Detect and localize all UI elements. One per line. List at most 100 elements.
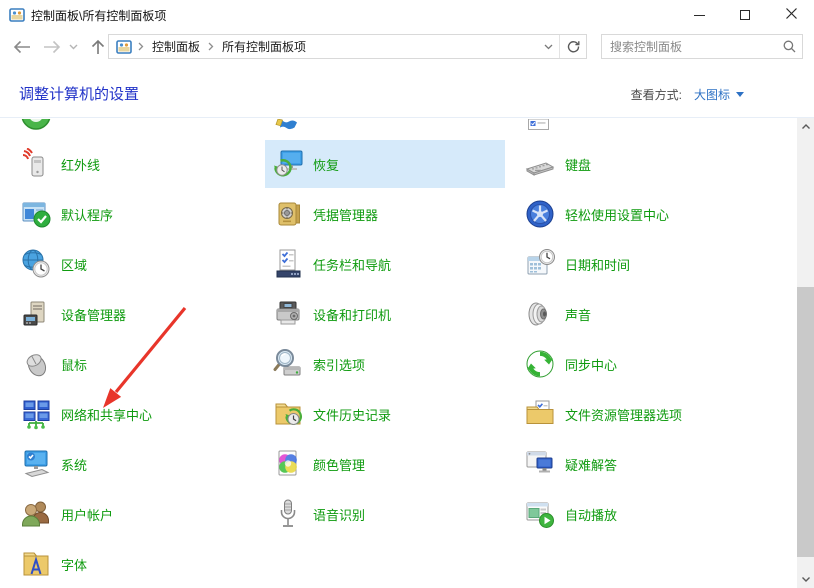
item-label: 任务栏和导航 [313, 255, 391, 274]
taskbar-navigation-icon [272, 248, 304, 280]
file-history-icon [272, 398, 304, 430]
item-label: 键盘 [565, 155, 591, 174]
infrared-icon [20, 148, 52, 180]
indexing-options-icon [272, 348, 304, 380]
header-band: 调整计算机的设置 查看方式: 大图标 [0, 63, 814, 118]
fonts-icon [20, 548, 52, 580]
search-input[interactable] [602, 40, 776, 54]
user-accounts-icon [20, 498, 52, 530]
control-panel-window: 控制面板\所有控制面板项 控制面板 [0, 0, 814, 588]
item-device-manager[interactable]: 设备管理器 [13, 290, 253, 338]
item-label: 索引选项 [313, 355, 365, 374]
maximize-button[interactable] [722, 0, 768, 30]
partial-green-circle-icon[interactable] [20, 119, 52, 132]
item-explorer-options[interactable]: 文件资源管理器选项 [517, 390, 757, 438]
chevron-right-icon [138, 42, 144, 51]
item-fonts[interactable]: 字体 [13, 540, 253, 588]
item-label: 语音识别 [313, 505, 365, 524]
partial-flag-icon[interactable] [272, 119, 304, 132]
item-indexing-options[interactable]: 索引选项 [265, 340, 505, 388]
refresh-icon [567, 40, 580, 53]
minimize-icon [694, 15, 705, 16]
control-panel-icon [9, 7, 25, 23]
scroll-down-icon [802, 577, 810, 582]
network-sharing-icon [20, 398, 52, 430]
breadcrumb-all-items[interactable]: 所有控制面板项 [222, 38, 306, 55]
chevron-right-icon [208, 42, 214, 51]
item-recovery[interactable]: 恢复 [265, 140, 505, 188]
close-button[interactable] [768, 0, 814, 30]
color-management-icon [272, 448, 304, 480]
items-grid: 红外线 恢复 键盘默认程序 凭据管理器 轻松使用设置中心区域 任务栏和导航 日期和时间设备管… [0, 118, 814, 588]
search-box [601, 34, 803, 59]
up-button[interactable] [86, 35, 110, 59]
forward-arrow-icon [43, 40, 61, 54]
item-label: 疑难解答 [565, 455, 617, 474]
item-label: 轻松使用设置中心 [565, 205, 669, 224]
scroll-up-button[interactable] [797, 118, 814, 135]
address-bar[interactable]: 控制面板 所有控制面板项 [108, 34, 587, 59]
item-file-history[interactable]: 文件历史记录 [265, 390, 505, 438]
address-dropdown-button[interactable] [537, 35, 559, 58]
item-label: 系统 [61, 455, 87, 474]
scrollbar-thumb[interactable] [797, 287, 814, 557]
breadcrumb-control-panel[interactable]: 控制面板 [152, 38, 200, 55]
titlebar: 控制面板\所有控制面板项 [0, 0, 814, 30]
item-autoplay[interactable]: 自动播放 [517, 490, 757, 538]
item-sound[interactable]: 声音 [517, 290, 757, 338]
recent-pages-dropdown[interactable] [66, 35, 80, 59]
system-icon [20, 448, 52, 480]
item-label: 自动播放 [565, 505, 617, 524]
search-icon[interactable] [776, 40, 802, 53]
view-by-label: 查看方式: [631, 86, 682, 103]
page-title: 调整计算机的设置 [19, 83, 139, 104]
item-troubleshooting[interactable]: 疑难解答 [517, 440, 757, 488]
item-credential-manager[interactable]: 凭据管理器 [265, 190, 505, 238]
item-speech-recognition[interactable]: 语音识别 [265, 490, 505, 538]
up-arrow-icon [91, 39, 105, 55]
item-label: 凭据管理器 [313, 205, 378, 224]
item-sync-center[interactable]: 同步中心 [517, 340, 757, 388]
mouse-icon [20, 348, 52, 380]
item-infrared[interactable]: 红外线 [13, 140, 253, 188]
item-date-time[interactable]: 日期和时间 [517, 240, 757, 288]
minimize-button[interactable] [676, 0, 722, 30]
credential-manager-icon [272, 198, 304, 230]
back-button[interactable] [10, 35, 34, 59]
refresh-button[interactable] [560, 35, 586, 58]
chevron-down-icon [544, 44, 553, 50]
scroll-down-button[interactable] [797, 571, 814, 588]
partial-checklist-icon[interactable] [524, 119, 556, 132]
item-label: 声音 [565, 305, 591, 324]
item-label: 恢复 [313, 155, 339, 174]
item-region[interactable]: 区域 [13, 240, 253, 288]
item-color-management[interactable]: 颜色管理 [265, 440, 505, 488]
item-label: 网络和共享中心 [61, 405, 152, 424]
item-devices-printers[interactable]: 设备和打印机 [265, 290, 505, 338]
item-default-programs[interactable]: 默认程序 [13, 190, 253, 238]
view-by-dropdown[interactable]: 大图标 [694, 86, 730, 103]
item-mouse[interactable]: 鼠标 [13, 340, 253, 388]
scroll-up-icon [802, 124, 810, 129]
item-label: 红外线 [61, 155, 100, 174]
item-label: 文件历史记录 [313, 405, 391, 424]
item-taskbar-navigation[interactable]: 任务栏和导航 [265, 240, 505, 288]
date-time-icon [524, 248, 556, 280]
window-title: 控制面板\所有控制面板项 [31, 7, 166, 24]
vertical-scrollbar[interactable] [797, 118, 814, 588]
device-manager-icon [20, 298, 52, 330]
sync-center-icon [524, 348, 556, 380]
item-label: 鼠标 [61, 355, 87, 374]
chevron-down-icon [736, 92, 744, 97]
item-label: 同步中心 [565, 355, 617, 374]
item-network-sharing[interactable]: 网络和共享中心 [13, 390, 253, 438]
close-icon [786, 6, 797, 24]
speech-recognition-icon [272, 498, 304, 530]
item-system[interactable]: 系统 [13, 440, 253, 488]
item-keyboard[interactable]: 键盘 [517, 140, 757, 188]
item-ease-of-access[interactable]: 轻松使用设置中心 [517, 190, 757, 238]
item-label: 日期和时间 [565, 255, 630, 274]
forward-button[interactable] [40, 35, 64, 59]
item-user-accounts[interactable]: 用户帐户 [13, 490, 253, 538]
item-label: 设备管理器 [61, 305, 126, 324]
